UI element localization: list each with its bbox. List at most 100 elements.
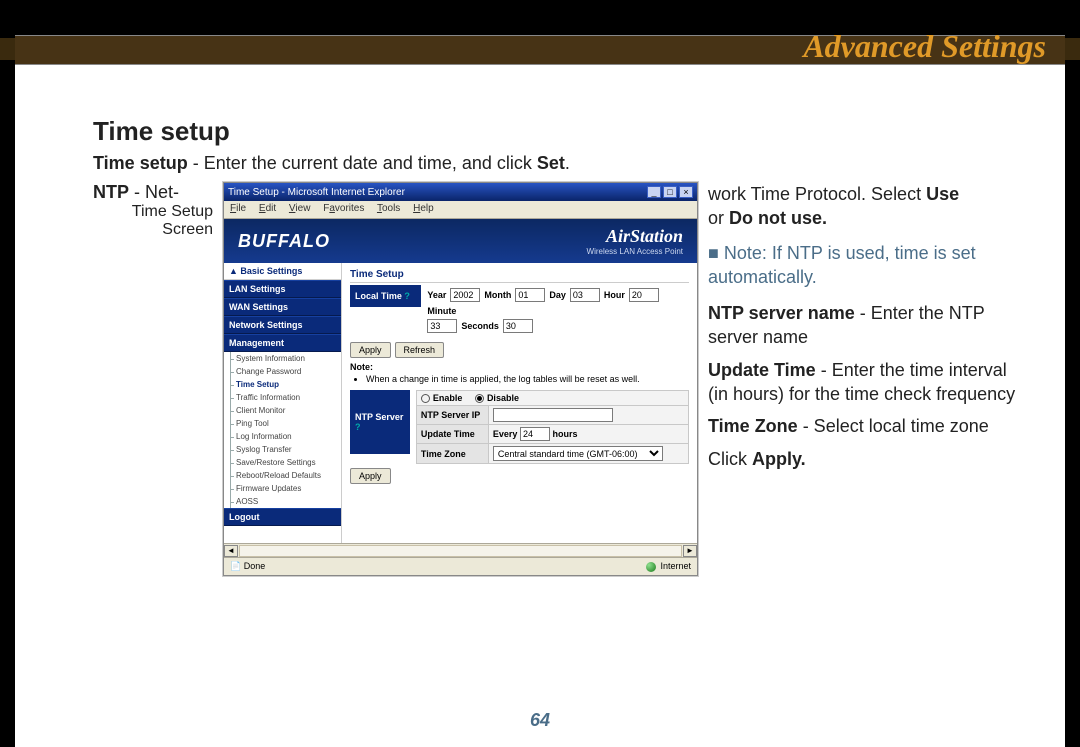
update-input[interactable] [520,427,550,441]
seconds-label: Seconds [461,321,499,331]
minute-label: Minute [427,306,456,316]
ntp-rest: - Net- [129,182,179,202]
intro-text: - Enter the current date and time, and c… [188,153,537,173]
nav-wan[interactable]: WAN Settings [224,298,341,316]
hours-label: hours [552,429,577,439]
local-time-label: Local Time ? [350,285,421,307]
disable-radio[interactable] [475,394,484,403]
ntpserver-b: NTP server name [708,303,855,323]
airstation-logo: AirStation [606,226,683,246]
every-label: Every [493,429,518,439]
r2a: or [708,208,729,228]
ntp-note: ■ Note: If NTP is used, time is set auto… [708,241,1018,290]
year-input[interactable] [450,288,480,302]
nav-sub-item[interactable]: Change Password [224,365,341,378]
seconds-input[interactable] [503,319,533,333]
menu-help[interactable]: Help [413,203,434,214]
nav-logout[interactable]: Logout [224,508,341,526]
timezone-label: Time Zone [416,444,488,464]
r1b: Use [926,184,959,204]
section-intro: Time setup - Enter the current date and … [93,153,1005,174]
menu-view[interactable]: View [289,203,311,214]
right-column: work Time Protocol. Select Use or Do not… [708,182,1018,471]
window-titlebar: Time Setup - Microsoft Internet Explorer… [224,183,697,201]
scroll-track[interactable] [239,545,682,557]
menu-edit[interactable]: Edit [259,203,276,214]
day-input[interactable] [570,288,600,302]
sidebar-nav: ▲ Basic Settings LAN Settings WAN Settin… [224,263,342,543]
nav-basic[interactable]: ▲ Basic Settings [224,263,341,280]
apply-text: Apply. [752,449,806,469]
month-label: Month [484,290,511,300]
menu-tools[interactable]: Tools [377,203,400,214]
statusbar: 📄 Done Internet [224,557,697,575]
enable-radio[interactable] [421,394,430,403]
page-title: Advanced Settings [803,28,1046,65]
ie-menubar[interactable]: File Edit View Favorites Tools Help [224,201,697,219]
help-icon-2[interactable]: ? [355,422,361,432]
nav-management[interactable]: Management [224,334,341,352]
nav-sub-item[interactable]: Client Monitor [224,404,341,417]
refresh-button[interactable]: Refresh [395,342,445,358]
ntp-server-label: NTP Server ? [350,390,410,454]
window-buttons[interactable]: _□× [645,186,693,198]
window-title: Time Setup - Microsoft Internet Explorer [228,187,405,198]
maximize-button[interactable]: □ [663,186,677,198]
timezone-select[interactable]: Central standard time (GMT-06:00) [493,446,663,461]
update-b: Update Time [708,360,816,380]
hour-input[interactable] [629,288,659,302]
scroll-right-icon[interactable]: ► [683,545,697,557]
disable-label: Disable [487,393,519,403]
ntp-ip-label: NTP Server IP [416,406,488,425]
buffalo-logo: BUFFALO [238,231,330,252]
note-item: When a change in time is applied, the lo… [366,374,689,384]
brand-bar: BUFFALO AirStation Wireless LAN Access P… [224,219,697,263]
figure-caption-2: Screen [93,221,213,239]
note-block: Note: When a change in time is applied, … [350,362,689,384]
minimize-button[interactable]: _ [647,186,661,198]
nav-network[interactable]: Network Settings [224,316,341,334]
close-button[interactable]: × [679,186,693,198]
nav-sub-item[interactable]: AOSS [224,495,341,508]
nav-sub-item[interactable]: Log Information [224,430,341,443]
scroll-left-icon[interactable]: ◄ [224,545,238,557]
nav-lan[interactable]: LAN Settings [224,280,341,298]
ntp-ip-input[interactable] [493,408,613,422]
hscrollbar[interactable]: ◄ ► [224,543,697,557]
menu-file[interactable]: File [230,203,246,214]
nav-sub-item[interactable]: Save/Restore Settings [224,456,341,469]
page-number: 64 [15,710,1065,731]
r2b: Do not use. [729,208,827,228]
ntp-server-text: NTP Server [355,412,403,422]
apply-button-2[interactable]: Apply [350,468,391,484]
section-heading: Time setup [93,116,1005,147]
nav-sub-item[interactable]: System Information [224,352,341,365]
intro-bold: Time setup [93,153,188,173]
month-input[interactable] [515,288,545,302]
r1a: work Time Protocol. Select [708,184,926,204]
screenshot: Time Setup - Microsoft Internet Explorer… [223,182,698,576]
update-time-label: Update Time [416,425,488,444]
nav-sub-item[interactable]: Reboot/Reload Defaults [224,469,341,482]
minute-input[interactable] [427,319,457,333]
nav-sub-item[interactable]: Traffic Information [224,391,341,404]
help-icon[interactable]: ? [404,291,410,301]
globe-icon [646,562,656,572]
figure-caption-1: Time Setup [93,203,213,221]
year-label: Year [427,290,446,300]
day-label: Day [549,290,566,300]
tz-rest: - Select local time zone [798,416,989,436]
menu-favorites[interactable]: Favorites [323,203,364,214]
nav-sub-item[interactable]: Syslog Transfer [224,443,341,456]
apply-button-1[interactable]: Apply [350,342,391,358]
tz-b: Time Zone [708,416,798,436]
nav-sub-item[interactable]: Firmware Updates [224,482,341,495]
done-icon: 📄 [230,561,241,571]
content-area: Time setup Time setup - Enter the curren… [15,68,1065,737]
enable-label: Enable [433,393,463,403]
nav-sub-item[interactable]: Time Setup [224,378,341,391]
hour-label: Hour [604,290,625,300]
intro-set: Set [537,153,565,173]
nav-sub-item[interactable]: Ping Tool [224,417,341,430]
status-internet: Internet [660,561,691,571]
